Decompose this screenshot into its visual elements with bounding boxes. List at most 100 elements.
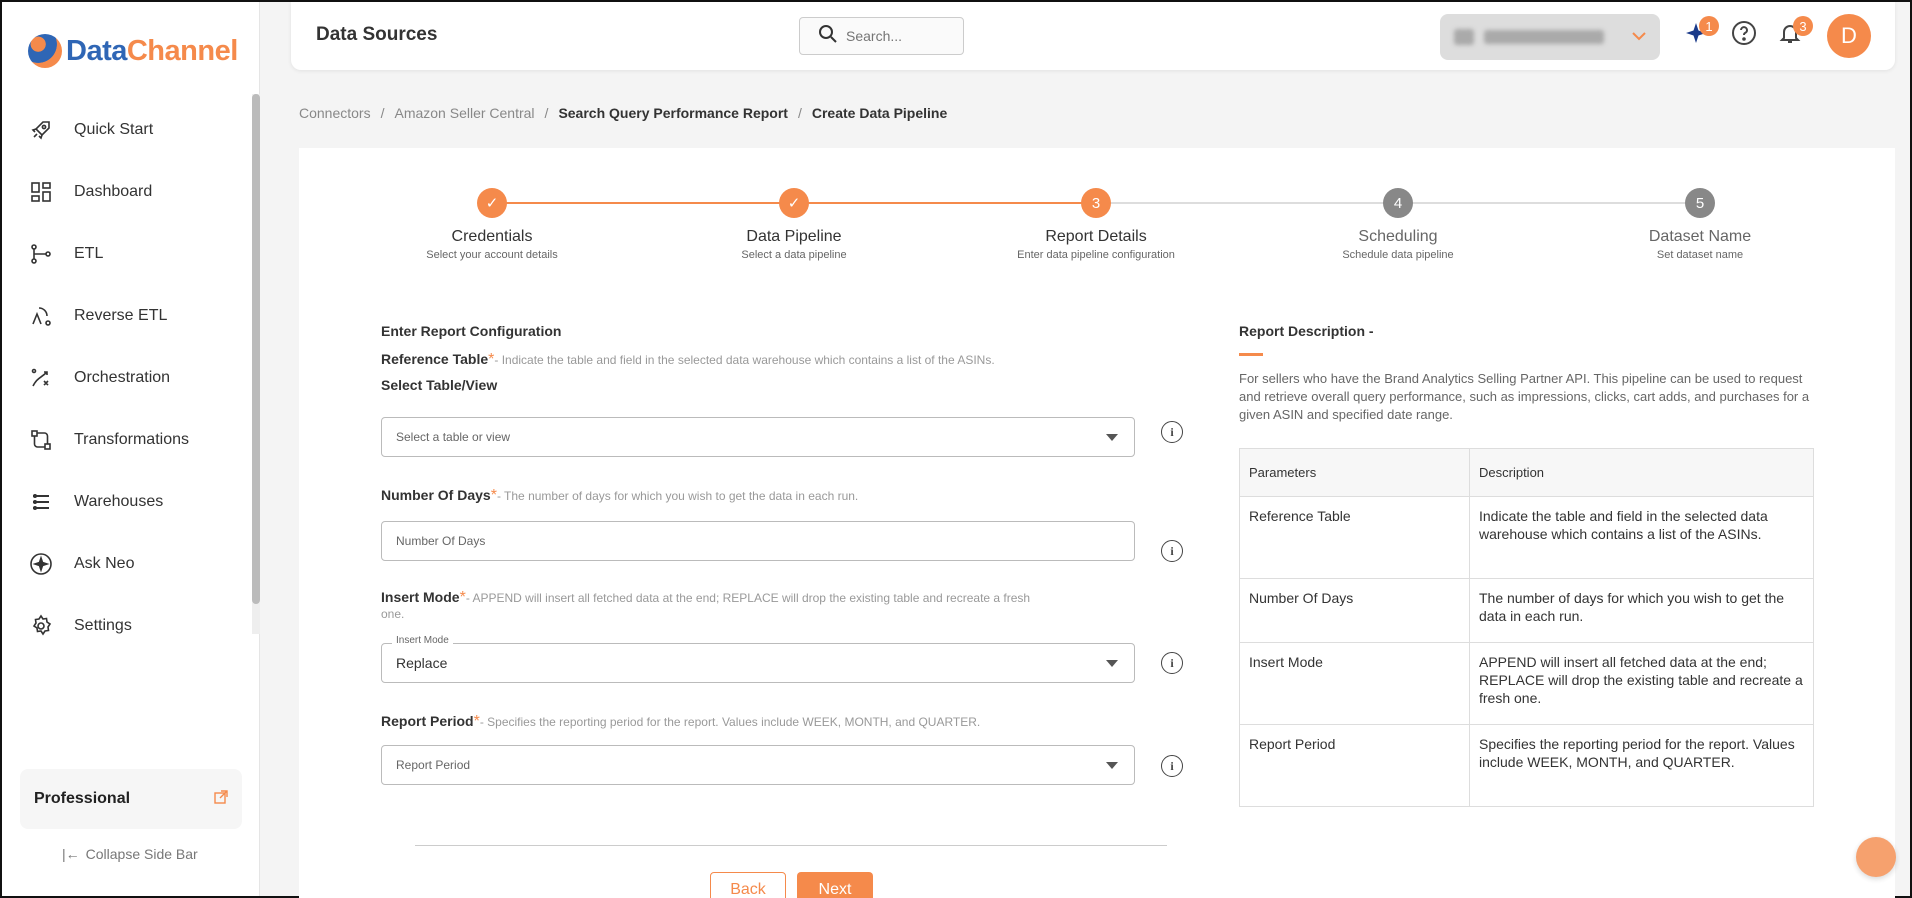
sidebar-nav: Quick Start Dashboard ETL Reverse ETL Or… [2,99,252,657]
sidebar-item-label: ETL [74,245,104,262]
collapse-icon: |← [62,846,80,862]
chat-widget-button[interactable] [1856,837,1896,877]
step-subtitle: Select a data pipeline [741,249,847,261]
number-of-days-input[interactable]: Number Of Days [381,521,1135,561]
sidebar-item-label: Dashboard [74,183,153,200]
info-icon[interactable]: i [1161,540,1183,562]
caret-down-icon [1106,660,1118,667]
param-description: APPEND will insert all fetched data at t… [1469,642,1814,725]
param-name: Reference Table [1239,496,1470,579]
step-scheduling[interactable]: 4 Scheduling Schedule data pipeline [1288,188,1508,261]
column-header-parameters: Parameters [1239,448,1470,497]
help-button[interactable] [1729,20,1759,50]
breadcrumb-link-report[interactable]: Search Query Performance Report [558,105,788,121]
table-row: Insert Mode APPEND will insert all fetch… [1239,642,1814,725]
report-description: Report Description - For sellers who hav… [1239,323,1814,424]
sidebar-item-transformations[interactable]: Transformations [2,409,252,471]
sidebar-scrollbar-thumb[interactable] [252,94,260,604]
sidebar-item-etl[interactable]: ETL [2,223,252,285]
next-button[interactable]: Next [797,872,873,898]
sidebar-item-dashboard[interactable]: Dashboard [2,161,252,223]
step-title: Data Pipeline [746,228,842,245]
sidebar-item-label: Orchestration [74,369,171,386]
sidebar-item-label: Settings [74,617,132,634]
field-label: Number Of Days [381,487,491,503]
step-report-details[interactable]: 3 Report Details Enter data pipeline con… [986,188,1206,261]
avatar[interactable]: D [1827,14,1871,58]
breadcrumb-link-connectors[interactable]: Connectors [299,105,371,121]
breadcrumb-separator: / [797,105,802,121]
form-divider [415,845,1167,846]
sidebar: DataChannel Quick Start Dashboard ETL Re… [2,2,260,896]
step-subtitle: Set dataset name [1656,249,1744,261]
step-credentials[interactable]: ✓ Credentials Select your account detail… [382,188,602,261]
title-underline [1239,353,1263,356]
step-subtitle: Schedule data pipeline [1342,249,1454,261]
sidebar-item-label: Transformations [74,431,189,448]
collapse-sidebar-button[interactable]: |← Collapse Side Bar [62,846,198,862]
step-circle: 5 [1685,188,1715,218]
notifications-button[interactable]: 3 [1775,16,1813,50]
report-period-select[interactable]: Report Period [381,745,1135,785]
ai-assistant-button[interactable]: 1 [1681,16,1719,50]
sidebar-item-label: Ask Neo [74,555,135,572]
breadcrumb-link-amazon[interactable]: Amazon Seller Central [394,105,534,121]
field-hint: - Specifies the reporting period for the… [479,715,981,729]
collapse-label: Collapse Side Bar [85,846,198,862]
stepper: ✓ Credentials Select your account detail… [299,188,1895,278]
insert-mode-select[interactable]: Insert Mode Replace [381,635,1135,683]
insert-mode-label: Insert Mode*- APPEND will insert all fet… [381,589,1081,622]
sidebar-item-warehouses[interactable]: Warehouses [2,471,252,533]
breadcrumb-current: Create Data Pipeline [811,105,948,121]
select-placeholder: Select a table or view [396,430,511,444]
transformations-icon [28,427,54,453]
external-link-icon[interactable] [214,789,228,809]
search-box[interactable] [799,17,964,55]
step-circle: 4 [1383,188,1413,218]
reverse-etl-icon [28,303,54,329]
sidebar-item-quick-start[interactable]: Quick Start [2,99,252,161]
sidebar-item-label: Warehouses [74,493,164,510]
sidebar-item-settings[interactable]: Settings [2,595,252,657]
search-input[interactable] [846,28,946,44]
plan-card[interactable]: Professional [20,769,242,829]
field-hint: - The number of days for which you wish … [496,489,859,503]
select-value: Replace [396,655,448,671]
reference-table-select[interactable]: Select a table or view [381,417,1135,457]
step-subtitle: Select your account details [426,249,558,261]
table-header-row: Parameters Description [1239,448,1814,497]
input-placeholder: Number Of Days [396,534,486,548]
settings-icon [28,613,54,639]
param-name: Insert Mode [1239,642,1470,725]
form-section-title: Enter Report Configuration [381,323,562,339]
reference-table-label: Reference Table*- Indicate the table and… [381,351,995,369]
etl-icon [28,241,54,267]
step-circle: ✓ [477,188,507,218]
sidebar-item-orchestration[interactable]: Orchestration [2,347,252,409]
param-description: The number of days for which you wish to… [1469,578,1814,643]
sidebar-item-ask-neo[interactable]: Ask Neo [2,533,252,595]
step-title: Report Details [1045,228,1147,245]
info-icon[interactable]: i [1161,421,1183,443]
workspace-icon [1454,29,1474,45]
info-icon[interactable]: i [1161,652,1183,674]
step-subtitle: Enter data pipeline configuration [1017,249,1175,261]
step-data-pipeline[interactable]: ✓ Data Pipeline Select a data pipeline [684,188,904,261]
report-period-label: Report Period*- Specifies the reporting … [381,713,980,731]
sidebar-item-reverse-etl[interactable]: Reverse ETL [2,285,252,347]
ask-neo-icon [28,551,54,577]
parameters-table: Parameters Description Reference Table I… [1239,448,1814,807]
param-description: Indicate the table and field in the sele… [1469,496,1814,579]
help-icon [1731,20,1757,51]
search-icon [818,24,838,49]
breadcrumb-separator: / [380,105,385,121]
back-button[interactable]: Back [710,872,786,898]
dashboard-icon [28,179,54,205]
description-text: For sellers who have the Brand Analytics… [1239,371,1810,422]
rocket-icon [28,117,54,143]
step-dataset-name[interactable]: 5 Dataset Name Set dataset name [1590,188,1810,261]
workspace-selector[interactable] [1440,14,1660,60]
info-icon[interactable]: i [1161,755,1183,777]
brand-logo[interactable]: DataChannel [28,34,238,68]
step-circle: ✓ [779,188,809,218]
